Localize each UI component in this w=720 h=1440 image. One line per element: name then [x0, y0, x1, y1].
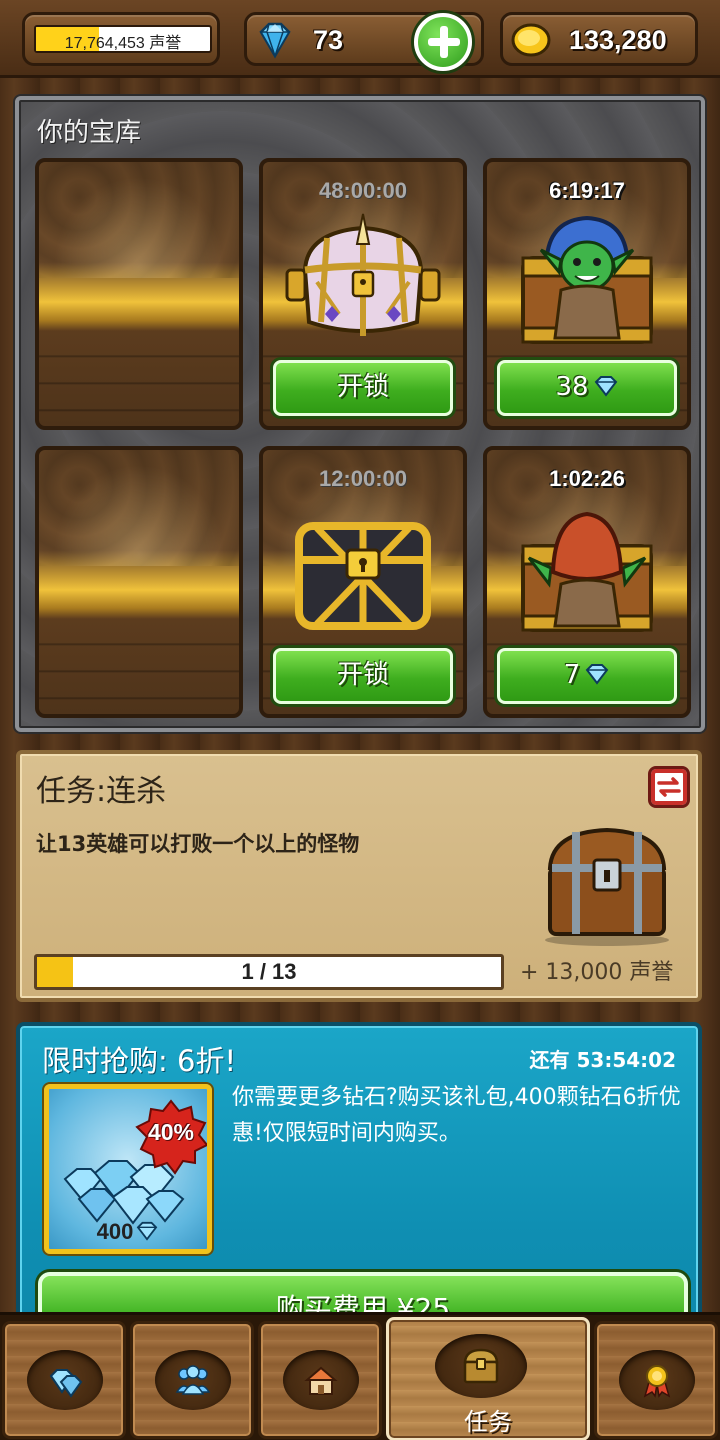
chest-timer: 48:00:00: [318, 178, 408, 203]
unlock-button[interactable]: 开锁: [273, 648, 453, 704]
nav-shop[interactable]: [2, 1321, 126, 1439]
chest-timer: 12:00:00: [318, 466, 408, 491]
gem-cost: 38: [555, 372, 589, 402]
nav-icon-holder: [283, 1350, 359, 1410]
quest-title: 任务:连杀: [36, 774, 167, 809]
gem-cost: 7: [563, 660, 581, 690]
heroes-icon: [175, 1365, 211, 1395]
nav-achievements[interactable]: [594, 1321, 718, 1439]
diamond-pack-card[interactable]: 40% 400: [44, 1084, 212, 1254]
discount-badge-text: 40%: [147, 1119, 195, 1145]
nav-heroes[interactable]: [130, 1321, 254, 1439]
nav-quests[interactable]: 任务: [386, 1317, 590, 1440]
nav-icon-holder: [27, 1350, 103, 1410]
diamond-pack-count: 400: [96, 1219, 134, 1244]
nav-village[interactable]: [258, 1321, 382, 1439]
instant-open-button[interactable]: 7: [497, 648, 677, 704]
gem-count: 73: [313, 25, 344, 55]
gold-coin-icon: [511, 23, 551, 57]
nav-quests-label: 任务: [464, 1408, 512, 1436]
medal-icon: [643, 1365, 671, 1398]
instant-open-button[interactable]: 38: [497, 360, 677, 416]
swap-quest-button[interactable]: [648, 766, 690, 808]
diamond-icon: [137, 1221, 158, 1241]
gold-counter[interactable]: 133,280: [500, 12, 698, 66]
nav-icon-holder: [619, 1350, 695, 1410]
vault-slot-goblin-chest[interactable]: 6:19:17 38: [483, 158, 691, 430]
diamond-pack-amount: 400: [49, 1219, 207, 1245]
vault-title: 你的宝库: [37, 118, 142, 148]
chest-timer: 6:19:17: [549, 178, 625, 203]
vault-slot-goblin-chest[interactable]: 1:02:26 7: [483, 446, 691, 718]
nav-icon-holder: [155, 1350, 231, 1410]
reward-chest-icon: [545, 827, 669, 946]
reputation-value: 17,764,453 声誉: [64, 35, 182, 52]
sale-countdown: 还有 53:54:02: [529, 1048, 676, 1072]
vault-slot-gold-chest[interactable]: 12:00:00 开锁: [259, 446, 467, 718]
chest-timer: 1:02:26: [549, 466, 625, 491]
quest-panel: 任务:连杀 让13英雄可以打败一个以上的怪物 1 / 13 + 13,000 声…: [16, 750, 702, 1002]
vault-slot-empty: [35, 158, 243, 430]
diamond-icon: [259, 22, 291, 59]
vault-panel: 你的宝库 48:00:00 开锁 6:19:17 38 12:00:00 开锁 …: [15, 96, 705, 732]
gold-count: 133,280: [569, 25, 667, 55]
diamonds-icon: [49, 1369, 83, 1398]
bottom-navigation: 任务: [0, 1312, 720, 1440]
goblin-chest-icon: [521, 511, 653, 632]
reputation-panel[interactable]: 17,764,453 声誉: [22, 12, 220, 66]
unicorn-chest-icon: [285, 213, 441, 336]
village-icon: [304, 1366, 338, 1395]
treasure-chest-icon: [463, 1348, 499, 1384]
nav-icon-holder: [435, 1334, 527, 1398]
quest-description: 让13英雄可以打败一个以上的怪物: [36, 832, 360, 856]
diamond-icon: [594, 376, 617, 397]
quest-progress-bar: 1 / 13: [34, 954, 504, 990]
goblin-chest-icon: [521, 215, 653, 344]
diamond-icon: [585, 664, 609, 685]
sale-title: 限时抢购: 6折!: [42, 1044, 237, 1078]
unlock-button[interactable]: 开锁: [273, 360, 453, 416]
gold-chest-icon: [295, 522, 431, 630]
vault-slot-unicorn-chest[interactable]: 48:00:00 开锁: [259, 158, 467, 430]
vault-slot-empty: [35, 446, 243, 718]
quest-progress-text: 1 / 13: [241, 959, 297, 984]
buy-gems-plus-button[interactable]: [414, 13, 472, 71]
swap-arrows-icon: [657, 777, 681, 797]
top-resource-bar: 17,764,453 声誉 73 133,280: [0, 0, 720, 78]
sale-description: 你需要更多钻石?购买该礼包,400颗钻石6折优惠!仅限短时间内购买。: [232, 1085, 681, 1146]
reputation-bar: 17,764,453 声誉: [34, 25, 212, 53]
quest-reward: + 13,000 声誉: [520, 960, 674, 985]
flash-sale-panel: 限时抢购: 6折! 还有 53:54:02 40% 400 你需要更多钻石?购买…: [16, 1022, 702, 1362]
